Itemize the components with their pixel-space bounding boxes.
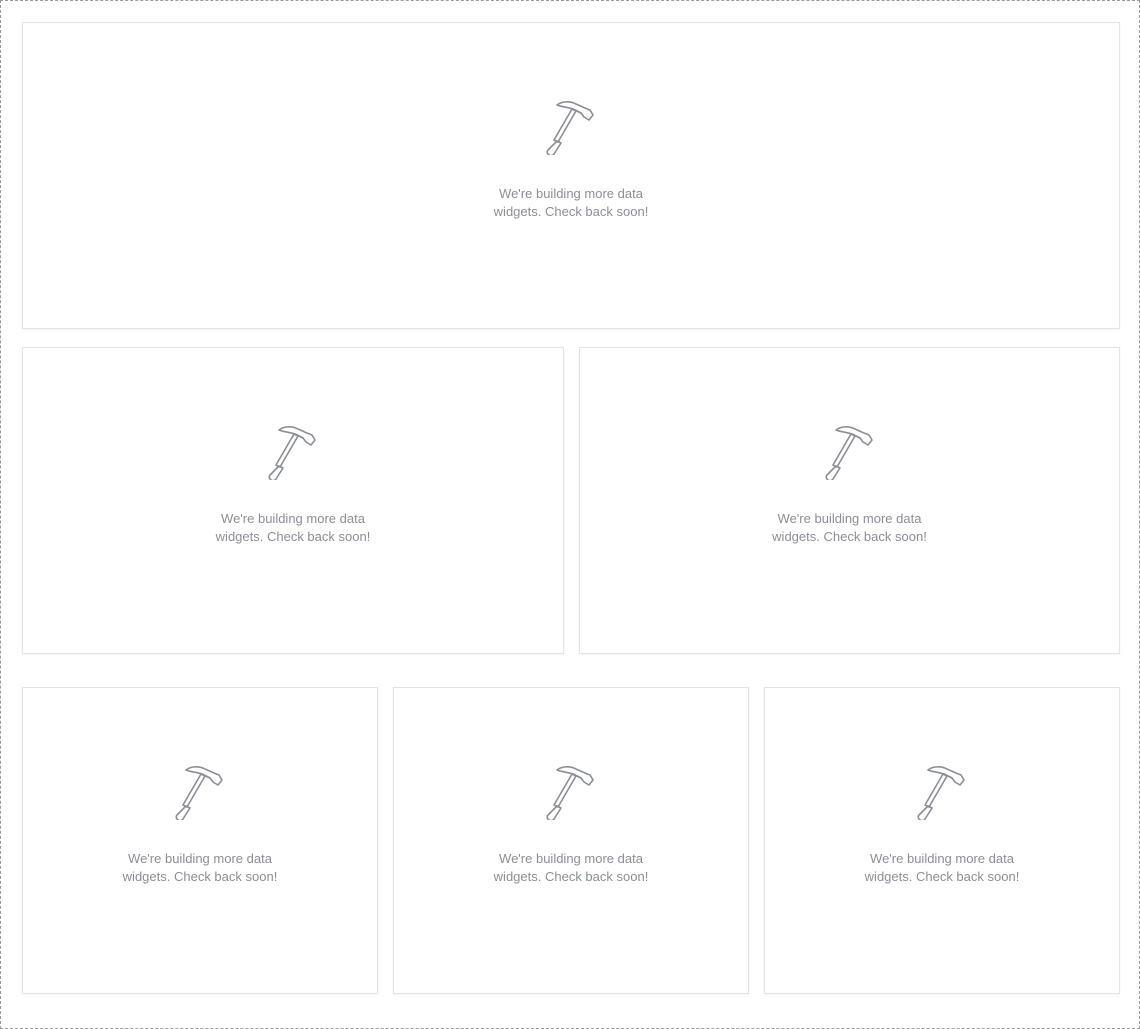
placeholder-message: We're building more data widgets. Check … xyxy=(493,186,649,219)
hammer-icon xyxy=(917,766,965,820)
widget-placeholder: We're building more data widgets. Check … xyxy=(22,347,564,654)
placeholder-message: We're building more data widgets. Check … xyxy=(772,511,927,544)
hammer-icon xyxy=(824,426,873,480)
widget-placeholder: We're building more data widgets. Check … xyxy=(22,687,378,994)
placeholder-message: We're building more data widgets. Check … xyxy=(864,851,1020,884)
hammer-icon xyxy=(175,766,223,820)
placeholder-message: We're building more data widgets. Check … xyxy=(493,851,649,884)
placeholder-message: We're building more data widgets. Check … xyxy=(122,851,278,884)
hammer-icon xyxy=(546,766,594,820)
widget-placeholder: We're building more data widgets. Check … xyxy=(764,687,1120,994)
widget-placeholder: We're building more data widgets. Check … xyxy=(393,687,749,994)
hammer-icon xyxy=(546,101,594,155)
placeholder-message: We're building more data widgets. Check … xyxy=(215,511,371,544)
hammer-icon xyxy=(268,426,316,480)
widget-placeholder: We're building more data widgets. Check … xyxy=(579,347,1120,654)
dashboard-canvas: We're building more data widgets. Check … xyxy=(0,0,1140,1029)
widget-placeholder: We're building more data widgets. Check … xyxy=(22,22,1120,329)
